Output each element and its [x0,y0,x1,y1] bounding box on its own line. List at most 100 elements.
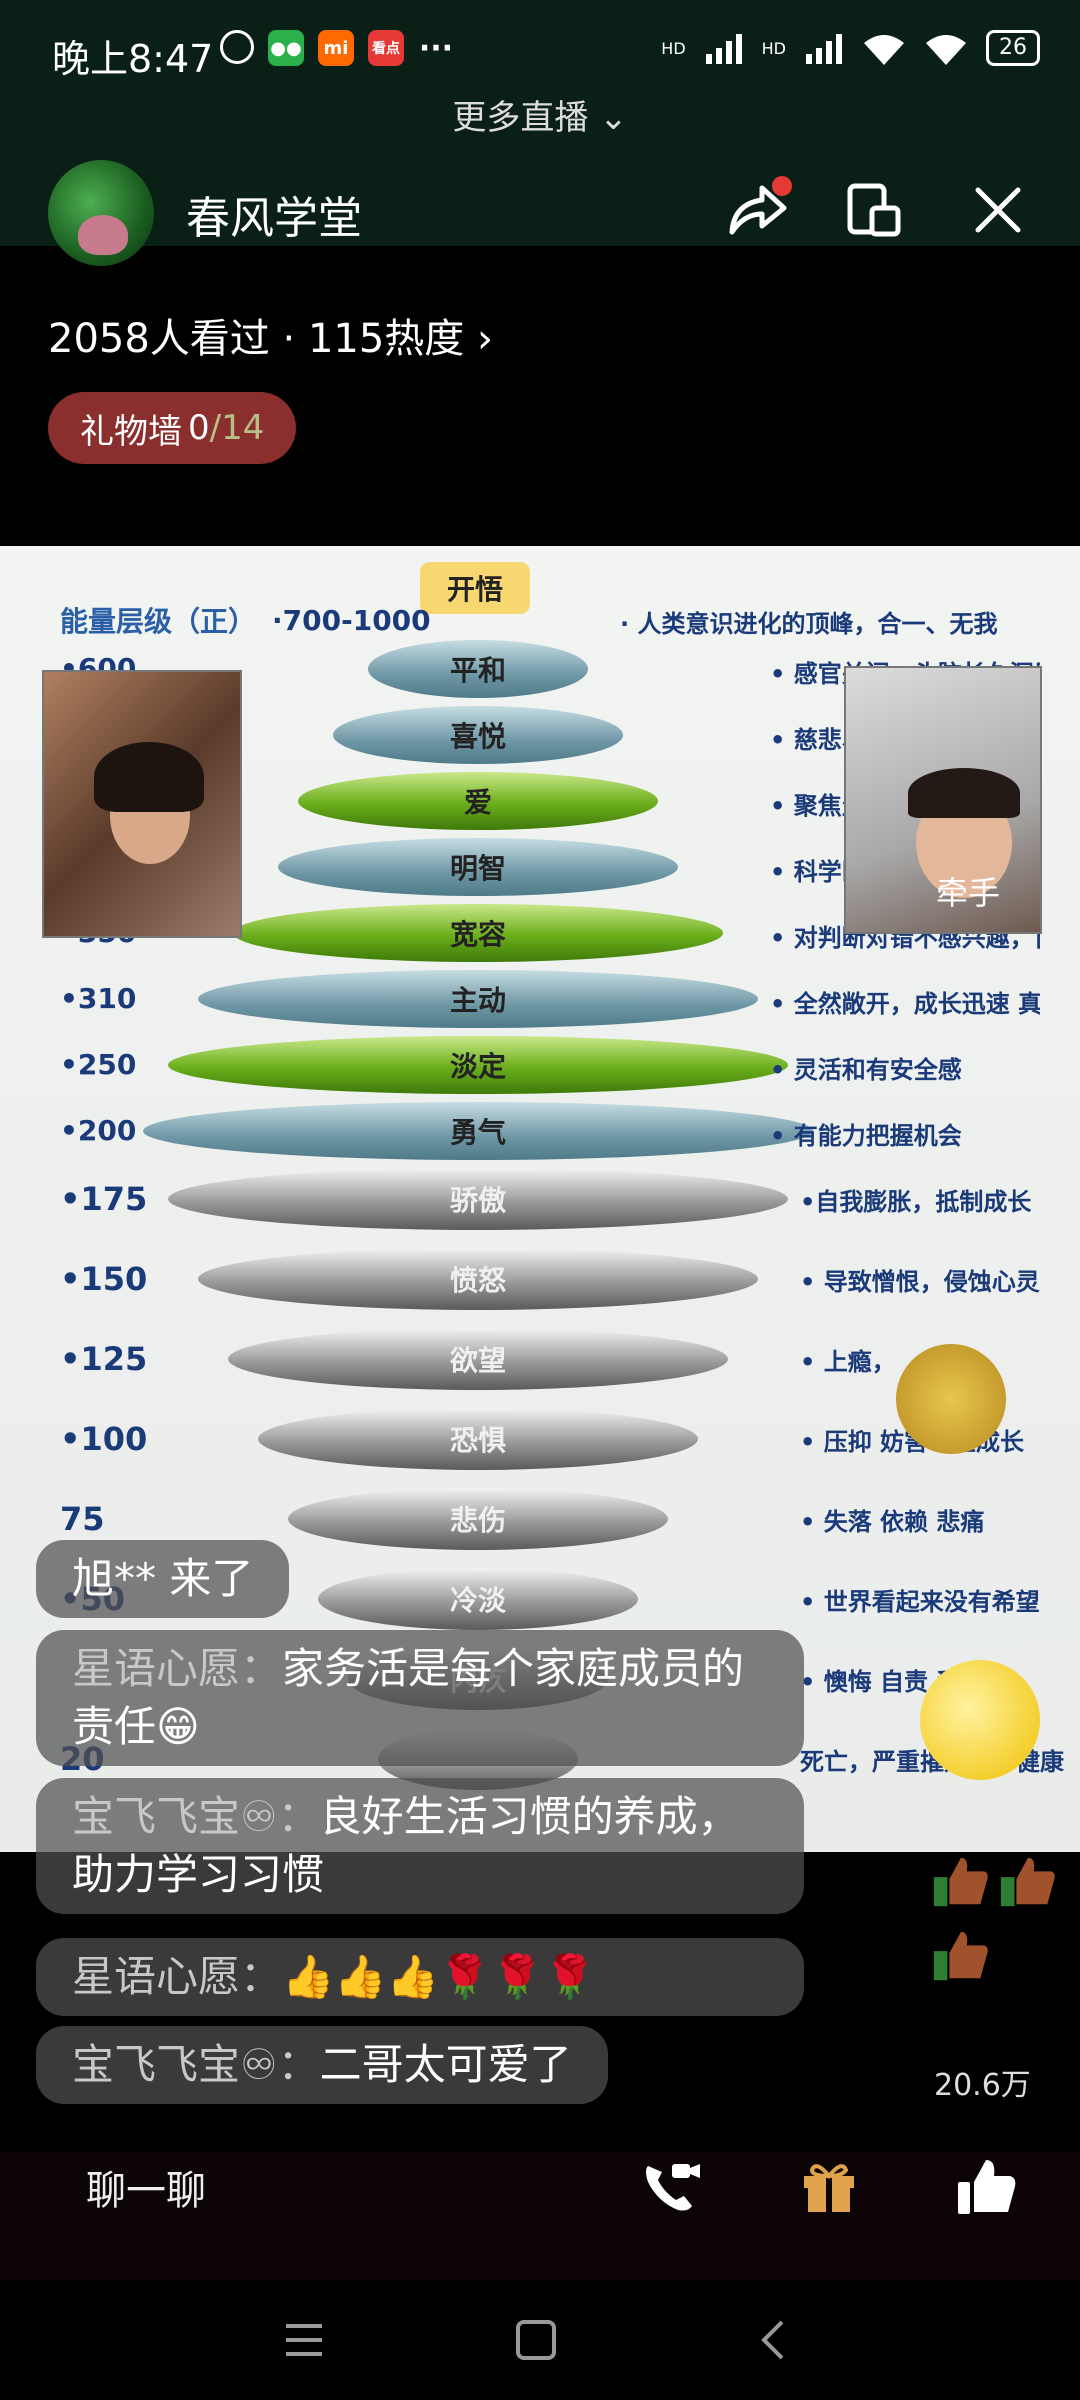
gift-icon [804,2164,854,2212]
signal-icon-2 [806,34,842,64]
energy-layer-name: 冷淡 [449,1584,506,1617]
energy-layer-name: 主动 [449,984,506,1017]
energy-level-value: •100 [60,1420,148,1458]
guest-camera-left[interactable] [42,670,242,938]
more-live-button[interactable]: 更多直播 ⌄ [0,90,1080,139]
close-icon [975,187,1021,233]
slide-top-label: 开悟 [420,562,530,614]
chat-message: 宝飞飞宝♾：二哥太可爱了 [36,2026,608,2104]
thumbs-up-icon [1000,1857,1055,1907]
viewer-stats[interactable]: 2058人看过 · 115热度 › [48,306,493,364]
thumbs-up-icon [933,1857,988,1907]
share-button[interactable] [724,176,792,242]
gift-button[interactable] [796,2154,862,2220]
chat-username[interactable]: 宝飞飞宝♾： [72,2040,320,2089]
energy-layer: 主动 [198,970,758,1028]
chat-username[interactable]: 星语心愿： [72,1952,282,2001]
energy-layer-name: 愤怒 [449,1264,506,1297]
energy-layer: 悲伤 [288,1488,668,1550]
energy-layer: 骄傲 [168,1168,788,1230]
energy-layer: 明智 [278,838,678,896]
energy-layer: 欲望 [228,1328,728,1390]
chat-join-notice: 旭** 来了 [36,1540,290,1618]
slide-top-label-text: 开悟 [446,573,503,606]
slide-title: 能量层级（正） [60,605,257,638]
channel-name[interactable]: 春风学堂 [186,182,362,246]
energy-level-value: •250 [60,1048,137,1081]
wifi-icon-2 [926,35,966,65]
nav-back-button[interactable] [750,2316,798,2364]
status-time: 晚上8:47 [52,37,214,81]
energy-level-desc: • 导致憎恨，侵蚀心灵 [800,1268,1040,1296]
energy-level-desc: • 有能力把握机会 [770,1122,962,1150]
channel-avatar[interactable] [48,160,154,266]
chat-text: 👍👍👍🌹🌹🌹 [282,1952,596,2001]
wechat-icon: ●● [268,30,304,66]
energy-level-value: •125 [60,1340,148,1378]
video-call-button[interactable] [638,2154,704,2220]
close-button[interactable] [968,180,1028,240]
energy-level-desc: • 上瘾， [800,1348,896,1376]
battery-indicator: 26 [986,30,1040,66]
guest-name-label: 牵手 [935,874,1000,912]
energy-level-desc: • 灵活和有安全感 [770,1056,962,1084]
energy-layer-name: 淡定 [449,1050,506,1083]
energy-layer: 淡定 [168,1036,788,1094]
guest-camera-right[interactable]: 牵手 [844,666,1042,934]
chat-text: 二哥太可爱了 [319,2040,572,2089]
energy-level-desc: • 全然敞开，成长迅速 真诚友善，易于成功 [770,990,1040,1018]
pip-button[interactable] [846,182,902,238]
nav-menu-button[interactable] [280,2316,328,2364]
gift-wall-label: 礼物墙 [80,411,182,452]
energy-layer-name: 喜悦 [449,720,506,753]
nav-home-button[interactable] [512,2316,560,2364]
energy-level-value: 75 [60,1500,105,1538]
energy-level-value: •150 [60,1260,148,1298]
signal-icon-1 [705,34,742,64]
like-icon [958,2160,1016,2214]
energy-layer-name: 爱 [463,786,492,819]
like-button[interactable] [954,2154,1020,2220]
like-count: 20.6万 [934,2068,1031,2103]
thinking-emoji-sticker [920,1660,1040,1780]
energy-level-value: •200 [60,1114,137,1147]
guest-hair-right [908,768,1020,818]
energy-level-value: •175 [60,1180,148,1218]
gift-wall-button[interactable]: 礼物墙 0 /14 [48,392,297,464]
energy-layer-name: 明智 [449,852,506,885]
energy-layer: 宽容 [233,904,723,962]
alarm-icon [220,30,254,64]
wifi-icon-1 [864,35,904,65]
energy-layer: 喜悦 [333,706,623,764]
chat-message: 星语心愿：家务活是每个家庭成员的责任😁 [36,1630,804,1766]
energy-layer-name: 骄傲 [449,1184,506,1217]
chat-message: 星语心愿：👍👍👍🌹🌹🌹 [36,1938,804,2016]
chat-input-button[interactable]: 聊一聊 [86,2158,206,2216]
signal-hd-label-2: HD [761,38,786,58]
back-icon [761,2320,784,2360]
chat-username[interactable]: 星语心愿： [72,1644,282,1693]
energy-layer-name: 恐惧 [449,1424,506,1457]
chat-username[interactable]: 宝飞飞宝♾： [72,1792,320,1841]
floating-likes [930,1850,1080,1998]
energy-layer-name: 欲望 [449,1344,506,1377]
gift-wall-count: 0 [188,408,210,448]
chat-message: 宝飞飞宝♾：良好生活习惯的养成，助力学习习惯 [36,1778,804,1914]
energy-layer-name: 勇气 [449,1116,506,1149]
energy-level-desc: • 失落 依赖 悲痛 [800,1508,985,1536]
energy-layer-name: 宽容 [449,918,506,951]
wheat-sticker [896,1344,1006,1454]
energy-layer: 冷淡 [318,1568,638,1630]
mi-icon: mi [318,30,354,66]
energy-layer: 愤怒 [198,1248,758,1310]
more-notifications-icon: ··· [418,30,454,66]
status-right: HD HD 26 [661,30,1040,66]
slide-top-desc: · 人类意识进化的顶峰，合一、无我 [620,610,998,638]
energy-layer: 恐惧 [258,1408,698,1470]
energy-level-value: •310 [60,982,137,1015]
gift-wall-total: /14 [209,408,265,448]
thumbs-up-icon [933,1931,988,1981]
guest-hair-left [94,742,204,812]
kandian-icon: 看点 [368,30,404,66]
slide-top-level: ·700-1000 [272,604,431,637]
